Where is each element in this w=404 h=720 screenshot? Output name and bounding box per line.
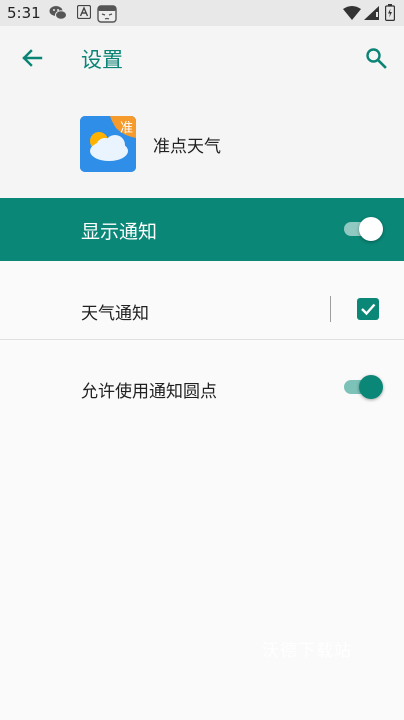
page-title: 设置 [81, 48, 123, 72]
battery-icon [385, 4, 395, 21]
weather-notification-label: 天气通知 [81, 304, 149, 324]
watermark-text: 沃德下载站 [262, 641, 352, 661]
app-header: 准 准点天气 [0, 90, 404, 198]
row-divider [330, 296, 331, 322]
wifi-icon [343, 6, 361, 20]
arrow-back-icon [22, 49, 43, 67]
robot-face-icon [97, 5, 117, 23]
a-box-icon [77, 5, 91, 19]
show-notifications-switch[interactable] [344, 217, 384, 241]
check-icon [361, 303, 376, 316]
notification-dots-label: 允许使用通知圆点 [81, 382, 217, 402]
app-icon: 准 [80, 116, 136, 172]
notification-dots-switch[interactable] [344, 375, 384, 399]
app-name: 准点天气 [153, 137, 221, 157]
back-button[interactable] [16, 42, 48, 74]
weather-notification-checkbox[interactable] [357, 298, 379, 320]
wechat-icon [49, 6, 67, 20]
switch-thumb [359, 375, 383, 399]
show-notifications-label: 显示通知 [81, 221, 158, 243]
notification-dots-row[interactable]: 允许使用通知圆点 [0, 340, 404, 434]
search-button[interactable] [360, 42, 392, 74]
signal-icon [364, 6, 379, 20]
switch-thumb [359, 217, 383, 241]
app-badge-text: 准 [119, 121, 133, 136]
show-notifications-row[interactable]: 显示通知 [0, 198, 404, 261]
status-time: 5:31 [7, 4, 41, 22]
status-bar: 5:31 [0, 0, 404, 26]
search-icon [366, 48, 387, 69]
app-bar: 设置 [0, 26, 404, 90]
weather-notification-row[interactable]: 天气通知 [0, 261, 404, 339]
